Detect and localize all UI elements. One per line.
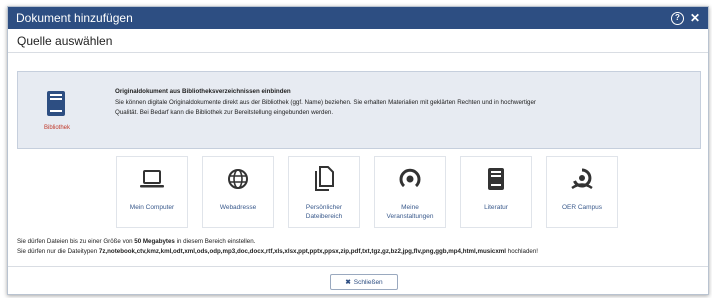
- add-document-dialog: Dokument hinzufügen ? ✕ Quelle auswählen…: [7, 6, 709, 295]
- library-heading: Originaldokument aus Bibliotheksverzeich…: [115, 88, 291, 95]
- library-description: Originaldokument aus Bibliotheksverzeich…: [115, 87, 692, 119]
- source-tiles: Mein Computer Webadresse Persönlicher Da…: [116, 156, 618, 228]
- tile-label: Mein Computer: [129, 204, 175, 211]
- laptop-icon: [140, 170, 164, 188]
- help-icon[interactable]: ?: [670, 11, 684, 25]
- close-icon[interactable]: ✕: [690, 12, 700, 24]
- section-title: Quelle auswählen: [17, 34, 113, 48]
- documents-icon: [315, 166, 334, 191]
- library-info-box[interactable]: Bibliothek Originaldokument aus Biblioth…: [17, 71, 701, 149]
- footer-divider: [8, 266, 708, 267]
- library-text-line1: Sie können digitale Originaldokumente di…: [115, 98, 536, 106]
- tile-label: OER Campus: [561, 204, 603, 211]
- source-tile-my-computer[interactable]: Mein Computer: [116, 156, 188, 228]
- tile-label: Literatur: [484, 204, 508, 211]
- tile-label: Meine Veranstaltungen: [386, 204, 434, 220]
- close-button-label: Schließen: [353, 278, 383, 286]
- title-actions: ? ✕: [670, 11, 700, 25]
- book-icon: [488, 168, 504, 190]
- divider: [8, 52, 708, 53]
- size-limit-text: Sie dürfen Dateien bis zu einer Größe vo…: [17, 238, 256, 245]
- library-label: Bibliothek: [43, 125, 70, 131]
- library-text-line2: Qualität. Bei Bedarf kann die Bibliothek…: [115, 109, 334, 116]
- source-tile-my-events[interactable]: Meine Veranstaltungen: [374, 156, 446, 228]
- close-button[interactable]: ✖ Schließen: [330, 274, 398, 290]
- source-tile-literature[interactable]: Literatur: [460, 156, 532, 228]
- tile-label: Webadresse: [219, 204, 257, 211]
- dialog-titlebar: Dokument hinzufügen ? ✕: [8, 7, 708, 29]
- library-book-icon: [45, 90, 67, 123]
- source-tile-personal-files[interactable]: Persönlicher Dateibereich: [288, 156, 360, 228]
- file-types-text: Sie dürfen nur die Dateitypen 7z,noteboo…: [17, 248, 539, 255]
- close-x-icon: ✖: [345, 279, 351, 286]
- events-icon: [399, 168, 421, 188]
- tile-label: Persönlicher Dateibereich: [305, 204, 343, 220]
- oer-icon: [571, 168, 593, 190]
- dialog-title: Dokument hinzufügen: [16, 11, 133, 25]
- source-tile-web-address[interactable]: Webadresse: [202, 156, 274, 228]
- globe-icon: [228, 169, 248, 189]
- upload-limits: Sie dürfen Dateien bis zu einer Größe vo…: [17, 237, 538, 257]
- source-tile-oer-campus[interactable]: OER Campus: [546, 156, 618, 228]
